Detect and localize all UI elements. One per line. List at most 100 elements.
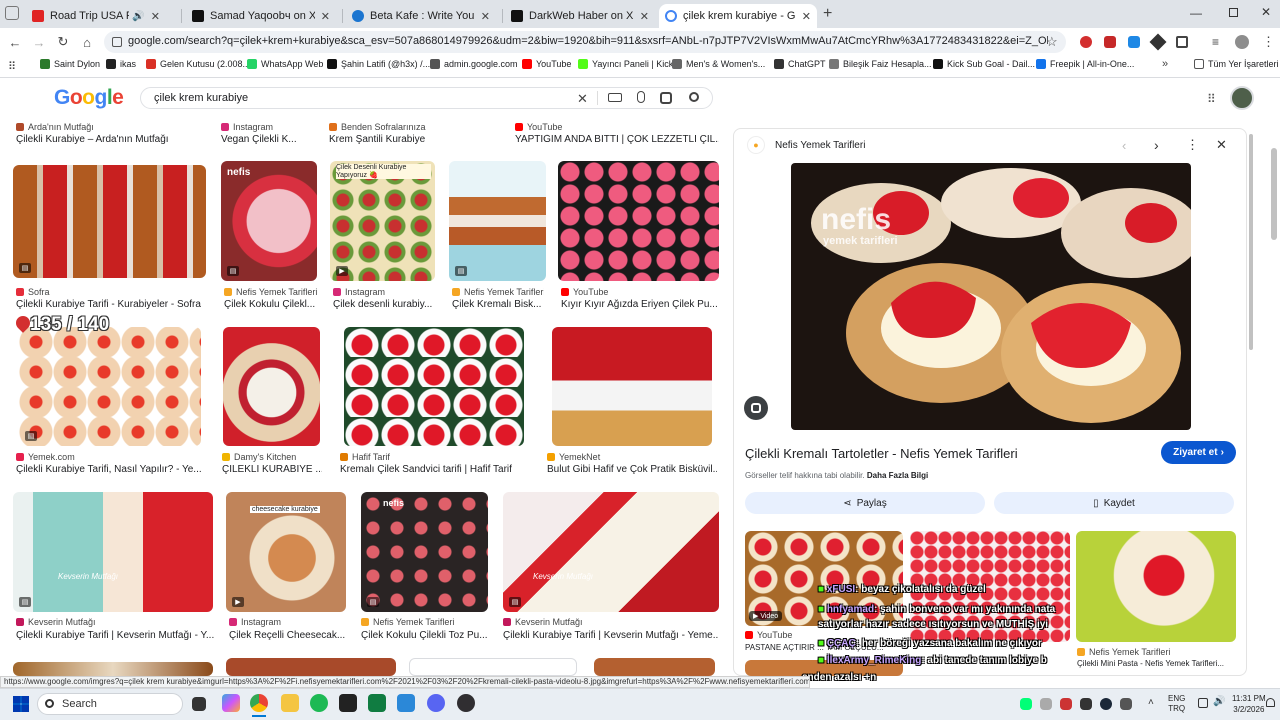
result-title[interactable]: Çilek Reçelli Cheesecak... — [229, 630, 347, 641]
account-avatar[interactable] — [1230, 86, 1254, 110]
spotify-icon[interactable] — [310, 694, 328, 712]
bookmarks-overflow-icon[interactable]: » — [1162, 58, 1168, 70]
forward-arrow-icon[interactable]: → — [31, 34, 47, 50]
close-tab-icon[interactable]: ✕ — [640, 10, 649, 23]
result-title[interactable]: Çilekli Kurabiye Tarifi - Kurabiyeler - … — [16, 299, 206, 310]
close-tab-icon[interactable]: ✕ — [321, 10, 330, 23]
result-image-8[interactable] — [344, 327, 524, 446]
google-apps-icon[interactable]: ⠿ — [1207, 92, 1216, 106]
panel-source-name[interactable]: Nefis Yemek Tarifleri — [775, 140, 865, 151]
new-tab-button[interactable]: + — [823, 5, 832, 23]
clock[interactable]: 11:31 PM 3/2/2026 — [1232, 693, 1266, 715]
related-image-3[interactable] — [1076, 531, 1236, 642]
tab-darkweb-x[interactable]: DarkWeb Haber on X: "SON DA ✕ — [505, 4, 655, 28]
extension-icon-2[interactable] — [1104, 36, 1116, 48]
home-icon[interactable]: ⌂ — [79, 34, 95, 50]
site-info-icon[interactable] — [112, 37, 122, 47]
result-image-15[interactable] — [226, 658, 396, 676]
voice-search-icon[interactable] — [637, 91, 645, 103]
result-title[interactable]: Çilek Kremalı Bisk... — [452, 299, 544, 310]
share-button[interactable]: ⋖ Paylaş — [745, 492, 985, 514]
visit-button[interactable]: Ziyaret et › — [1161, 441, 1236, 464]
more-info-link[interactable]: Daha Fazla Bilgi — [867, 471, 928, 480]
bookmark-item[interactable]: Men's & Women's... — [672, 59, 765, 69]
close-tab-icon[interactable]: ✕ — [481, 10, 490, 23]
tab-search-icon[interactable] — [5, 6, 19, 20]
tab-google-search[interactable]: çilek krem kurabiye - Google'da ✕ — [659, 4, 817, 28]
preview-image[interactable]: nefis yemek tarifleri — [791, 163, 1191, 430]
bookmark-item[interactable]: ChatGPT — [774, 59, 826, 69]
reload-icon[interactable]: ↻ — [55, 34, 71, 50]
network-icon[interactable] — [1198, 698, 1208, 708]
tray-icon-4[interactable] — [1080, 698, 1092, 710]
result-title[interactable]: Çilekli Kurabiye Tarifi, Nasıl Yapılır? … — [16, 464, 206, 475]
tray-icon-3[interactable] — [1060, 698, 1072, 710]
file-explorer-icon[interactable] — [281, 694, 299, 712]
minimize-icon[interactable]: — — [1190, 6, 1202, 20]
related-title-3[interactable]: Çilekli Mini Pasta - Nefis Yemek Tarifle… — [1077, 659, 1237, 668]
tab-road-trip[interactable]: Road Trip USA Part 4 - Drive 🔊 ✕ — [26, 4, 166, 28]
bookmark-item[interactable]: Yayıncı Paneli | Kick — [578, 59, 673, 69]
search-input[interactable]: çilek krem kurabiye — [154, 92, 248, 104]
task-view-icon[interactable] — [192, 697, 206, 711]
windows-start-icon[interactable] — [13, 696, 29, 712]
media-controls-icon[interactable]: ≡ — [1212, 35, 1219, 49]
result-title[interactable]: Çilekli Kurabiye Tarifi | Kevserin Mutfa… — [16, 630, 216, 641]
result-image-3[interactable]: Çilek Desenli Kurabiye Yapıyoruz 🍓 ▶ — [330, 161, 435, 281]
result-title[interactable]: YAPTIĞIM ANDA BİTTİ | ÇOK LEZZETLİ ÇİL..… — [515, 134, 719, 145]
copilot-icon[interactable] — [222, 694, 240, 712]
panel-more-icon[interactable]: ⋮ — [1186, 137, 1199, 153]
bookmark-item[interactable]: Gelen Kutusu (2.008... — [146, 59, 250, 69]
result-title[interactable]: Çilek Kokulu Çilekl... — [224, 299, 320, 310]
extension-icon-3[interactable] — [1128, 36, 1140, 48]
google-logo[interactable]: Google — [54, 86, 124, 110]
result-image-4[interactable]: ▤ — [449, 161, 546, 281]
bookmark-item[interactable]: YouTube — [522, 59, 571, 69]
result-title[interactable]: Çilekli Kurabiye Tarifi | Kevserin Mutfa… — [503, 630, 719, 641]
audio-icon[interactable]: 🔊 — [132, 11, 144, 22]
result-title[interactable]: Bulut Gibi Hafif ve Çok Pratik Bisküvil.… — [547, 464, 717, 475]
save-button[interactable]: ▯ Kaydet — [994, 492, 1234, 514]
taskbar-search-text[interactable]: Search — [62, 698, 97, 710]
result-title[interactable]: Kıyır Kıyır Ağızda Eriyen Çilek Pu... — [561, 299, 721, 310]
browser-menu-icon[interactable]: ⋮ — [1262, 34, 1275, 50]
close-window-icon[interactable]: ✕ — [1261, 5, 1271, 19]
obs-icon[interactable] — [457, 694, 475, 712]
search-magnifier-icon[interactable] — [689, 92, 699, 102]
bookmark-item[interactable]: Bileşik Faiz Hesapla... — [829, 59, 932, 69]
chrome-icon[interactable] — [250, 694, 268, 712]
bookmark-item[interactable]: admin.google.com — [430, 59, 518, 69]
app-icon-blue[interactable] — [397, 694, 415, 712]
result-image-17[interactable] — [594, 658, 715, 676]
back-arrow-icon[interactable]: ← — [7, 34, 23, 50]
result-title[interactable]: Çilek Kokulu Çilekli Toz Pu... — [361, 630, 491, 641]
extensions-puzzle-icon[interactable] — [1176, 36, 1188, 48]
steam-icon[interactable] — [1100, 698, 1112, 710]
discord-icon[interactable] — [427, 694, 445, 712]
result-image-16[interactable] — [409, 658, 577, 676]
result-image-5[interactable] — [558, 161, 719, 281]
close-tab-icon[interactable]: ✕ — [802, 10, 811, 23]
excel-icon[interactable] — [368, 694, 386, 712]
result-image-10[interactable]: Kevserin Mutfağı ▤ — [13, 492, 213, 612]
result-title[interactable]: ÇİLEKLİ KURABİYE ... — [222, 464, 322, 475]
panel-title[interactable]: Çilekli Kremalı Tartoletler - Nefis Yeme… — [745, 446, 1018, 461]
apps-grid-icon[interactable]: ⠿ — [8, 60, 16, 73]
terminal-icon[interactable] — [339, 694, 357, 712]
tab-beta-kafe[interactable]: Beta Kafe : Write Your Love Sto ✕ — [346, 4, 496, 28]
close-tab-icon[interactable]: ✕ — [151, 10, 160, 23]
bookmark-item[interactable]: Saint Dylon — [40, 59, 100, 69]
page-scrollbar[interactable] — [1271, 148, 1277, 240]
result-image-7[interactable] — [223, 327, 320, 446]
restore-icon[interactable] — [1229, 8, 1238, 17]
bookmark-item[interactable]: ikas — [106, 59, 136, 69]
result-title[interactable]: Çilekli Kurabiye – Arda'nın Mutfağı — [16, 134, 206, 145]
keyboard-icon[interactable] — [608, 93, 622, 102]
result-image-13[interactable]: Kevserin Mutfağı ▤ — [503, 492, 719, 612]
volume-icon[interactable]: 🔊 — [1213, 696, 1225, 707]
result-image-6[interactable]: ▤ — [19, 327, 201, 446]
result-title[interactable]: Vegan Çilekli K... — [221, 134, 321, 145]
close-panel-icon[interactable]: ✕ — [1216, 137, 1227, 153]
taskbar-search-box[interactable] — [37, 693, 183, 715]
extension-icon-1[interactable] — [1080, 36, 1092, 48]
